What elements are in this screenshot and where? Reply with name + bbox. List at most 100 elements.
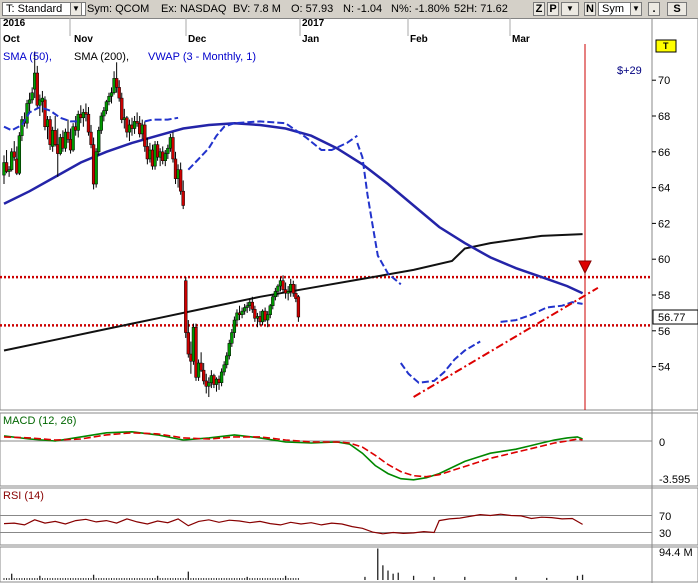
volume-label: BV: 7.8 M [233,3,281,15]
candle-body [171,137,175,160]
candle-body [230,332,234,344]
month-label-mar: Mar [512,34,530,45]
sma50-line [3,121,584,295]
price-tick-label-60: 60 [658,254,670,266]
candle-body [240,310,244,315]
new-button[interactable]: N [584,2,596,16]
candle-body [271,296,275,306]
macd-pane-frame [0,412,698,487]
candle-body [178,169,183,192]
macd-line [3,430,583,481]
open-label: O: 57.93 [291,3,334,15]
price-tick-label-58: 58 [658,290,670,302]
candle-body [281,280,285,290]
rsi-line [3,513,583,535]
candle-body [27,99,32,104]
candle-body [181,190,185,206]
candle-body [186,332,190,355]
candle-body [225,355,229,366]
candle-body [135,121,139,124]
legend-sma50[interactable]: SMA (50), [3,51,52,63]
trendline [413,286,599,398]
candle-body [296,296,301,318]
candle-body [66,131,70,140]
month-label-oct: Oct [3,34,20,45]
candle-body [232,319,237,333]
candle-body [242,307,247,312]
settings-button[interactable]: S [667,2,687,16]
symbol-link-dropdown-icon[interactable]: ▼ [630,2,642,16]
legend-vwap[interactable]: VWAP (3 - Monthly, 1) [148,51,256,63]
month-label-dec: Dec [188,34,207,45]
month-label-feb: Feb [410,34,428,45]
vwap-segment-1 [144,116,179,123]
candle-body [219,371,224,383]
macd-tick-0: 0 [659,437,665,449]
candle-body [53,130,57,145]
vwap-segment-3 [356,142,402,286]
exchange-label: Ex: NASDAQ [161,3,227,15]
price-tick-label-66: 66 [658,147,670,159]
candle-body [266,314,270,321]
candle-body [227,343,231,357]
candle-body [199,362,203,371]
alert-triangle-icon [578,260,592,275]
net-label: N: -1.04 [343,3,383,15]
period-button[interactable]: P [547,2,559,16]
candle-body [7,169,11,172]
candle-body [117,87,121,99]
flag-marker-label: T [663,41,669,51]
candle-body [109,92,114,97]
candle-body [102,110,106,117]
price-tick-label-56: 56 [658,326,670,338]
vwap-segment-4 [399,340,481,384]
month-label-nov: Nov [74,34,93,45]
candle-body [291,284,295,294]
toolbar: T: Standard ▼ Sym: QCOM Ex: NASDAQ BV: 7… [0,0,698,19]
price-tick-label-62: 62 [658,218,670,230]
candle-body [99,115,103,131]
rsi-label[interactable]: RSI (14) [3,490,44,502]
net-percent-label: N%: -1.80% [391,3,450,15]
current-price-label: 56.77 [658,312,686,324]
candle-body [86,113,91,133]
candle-body [12,151,16,158]
template-dropdown-icon[interactable]: ▼ [70,2,82,16]
candle-body [250,301,254,310]
chart-area[interactable]: 2016 2017 Oct Nov Dec Jan Feb Mar SMA (5… [0,17,698,583]
candle-body [222,364,226,373]
candle-body [120,97,124,120]
price-tick-label-70: 70 [658,75,670,87]
candle-body [84,112,88,115]
price-tick-label-64: 64 [658,183,670,195]
price-tick-label-68: 68 [658,111,670,123]
price-badge: $+29 [617,65,642,77]
dot-button[interactable]: . [648,2,660,16]
candle-body [276,285,280,292]
candle-body [94,151,98,185]
candle-body [163,153,167,161]
month-label-jan: Jan [302,34,319,45]
symbol-link-select[interactable]: Sym [598,2,634,16]
candle-body [245,305,249,308]
vwap-segment-0 [3,106,79,132]
candle-body [286,291,290,294]
candle-body [184,280,188,333]
candle-body [107,96,111,102]
macd-signal-line [3,431,583,478]
chart-svg[interactable]: 2016 2017 Oct Nov Dec Jan Feb Mar SMA (5… [0,17,698,583]
price-tick-label-54: 54 [658,362,670,374]
candle-body [30,92,34,101]
candle-body [143,124,147,147]
zoom-button[interactable]: Z [533,2,545,16]
macd-tick-low: -3.595 [659,474,690,486]
macd-label[interactable]: MACD (12, 26) [3,415,76,427]
year-label-2016: 2016 [3,18,26,29]
high-52-week-label: 52H: 71.62 [454,3,508,15]
period-dropdown-icon[interactable]: ▼ [561,2,579,16]
year-label-2017: 2017 [302,18,325,29]
candle-body [166,147,170,154]
symbol-label: Sym: QCOM [87,3,150,15]
candle-body [97,130,101,153]
legend-sma200[interactable]: SMA (200), [74,51,129,63]
